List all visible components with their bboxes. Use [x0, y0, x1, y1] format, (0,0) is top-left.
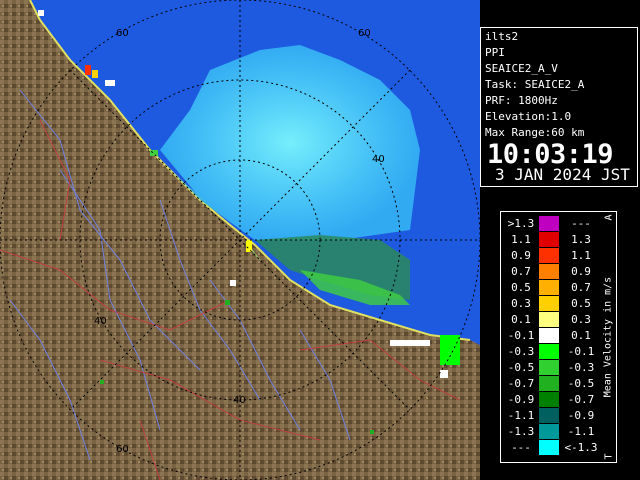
velocity-legend: >1.3 --- 1.1 1.3 0.9 1.1 0.7 0.9 0.5 0.7 0.3 0.5 0.1… — [500, 211, 617, 463]
legend-low-value: -0.1 — [507, 329, 535, 342]
legend-color-swatch — [539, 264, 559, 279]
legend-row: 1.1 1.3 — [501, 232, 616, 247]
legend-row: -0.3 -0.1 — [501, 344, 616, 359]
legend-high-value: -0.5 — [567, 377, 595, 390]
legend-low-value: 0.9 — [511, 249, 531, 262]
legend-row: 0.5 0.7 — [501, 280, 616, 295]
legend-high-value: --- — [571, 217, 591, 230]
legend-color-swatch — [539, 248, 559, 263]
elevation-value: Elevation:1.0 — [485, 110, 572, 123]
legend-corner-top: A — [603, 214, 615, 221]
legend-high-value: 0.3 — [571, 313, 591, 326]
legend-color-swatch — [539, 328, 559, 343]
legend-color-swatch — [539, 312, 559, 327]
legend-high-value: 1.1 — [571, 249, 591, 262]
legend-row: -0.1 0.1 — [501, 328, 616, 343]
legend-high-value: -0.7 — [567, 393, 595, 406]
radar-svg: 60 60 40 40 40 60 — [0, 0, 480, 480]
legend-high-value: -0.1 — [567, 345, 595, 358]
ring-label: 40 — [372, 154, 385, 165]
legend-color-swatch — [539, 296, 559, 311]
legend-row: 0.7 0.9 — [501, 264, 616, 279]
legend-row: 0.3 0.5 — [501, 296, 616, 311]
legend-high-value: <-1.3 — [564, 441, 598, 454]
task-name: Task: SEAICE2_A — [485, 78, 585, 91]
prf-value: PRF: 1800Hz — [485, 94, 558, 107]
legend-high-value: -1.1 — [567, 425, 595, 438]
legend-color-swatch — [539, 392, 559, 407]
legend-color-swatch — [539, 344, 559, 359]
legend-row: 0.1 0.3 — [501, 312, 616, 327]
ring-label: 60 — [116, 28, 129, 39]
legend-high-value: -0.3 — [567, 361, 595, 374]
legend-low-value: -1.1 — [507, 409, 535, 422]
legend-low-value: >1.3 — [507, 217, 535, 230]
legend-color-swatch — [539, 424, 559, 439]
legend-color-swatch — [539, 232, 559, 247]
product-name: SEAICE2_A_V — [485, 62, 558, 75]
scan-date: 3 JAN 2024 JST — [495, 165, 630, 184]
product-type: PPI — [485, 46, 505, 59]
ring-label: 60 — [116, 444, 129, 455]
legend-corner-bottom: T — [603, 453, 615, 460]
legend-row: --- <-1.3 — [501, 440, 616, 455]
legend-low-value: 0.7 — [511, 265, 531, 278]
radar-ppi-map: 60 60 40 40 40 60 — [0, 0, 480, 480]
ring-label: 40 — [233, 395, 246, 406]
legend-color-swatch — [539, 280, 559, 295]
legend-high-value: -0.9 — [567, 409, 595, 422]
ring-label: 60 — [358, 28, 371, 39]
legend-row: -0.9 -0.7 — [501, 392, 616, 407]
legend-color-swatch — [539, 440, 559, 455]
ring-label: 40 — [94, 316, 107, 327]
legend-unit: Mean Velocity in m/s — [602, 214, 614, 460]
legend-low-value: 0.5 — [511, 281, 531, 294]
legend-row: >1.3 --- — [501, 216, 616, 231]
legend-row: -0.5 -0.3 — [501, 360, 616, 375]
legend-color-swatch — [539, 216, 559, 231]
legend-color-swatch — [539, 376, 559, 391]
legend-row: -1.1 -0.9 — [501, 408, 616, 423]
legend-color-swatch — [539, 360, 559, 375]
legend-unit-label: Mean Velocity in m/s — [602, 276, 614, 398]
legend-high-value: 0.9 — [571, 265, 591, 278]
legend-low-value: -1.3 — [507, 425, 535, 438]
legend-high-value: 1.3 — [571, 233, 591, 246]
legend-high-value: 0.7 — [571, 281, 591, 294]
site-name: ilts2 — [485, 30, 519, 43]
legend-high-value: 0.5 — [571, 297, 591, 310]
legend-low-value: -0.7 — [507, 377, 535, 390]
max-range-value: Max Range:60 km — [485, 126, 585, 139]
legend-color-swatch — [539, 408, 559, 423]
legend-low-value: -0.3 — [507, 345, 535, 358]
legend-low-value: -0.5 — [507, 361, 535, 374]
legend-low-value: 0.1 — [511, 313, 531, 326]
legend-row: 0.9 1.1 — [501, 248, 616, 263]
legend-low-value: --- — [511, 441, 531, 454]
legend-row: -0.7 -0.5 — [501, 376, 616, 391]
scan-info-panel: ilts2 PPI SEAICE2_A_V Task: SEAICE2_A PR… — [480, 27, 638, 187]
legend-low-value: 1.1 — [511, 233, 531, 246]
legend-high-value: 0.1 — [571, 329, 591, 342]
legend-low-value: -0.9 — [507, 393, 535, 406]
legend-row: -1.3 -1.1 — [501, 424, 616, 439]
legend-low-value: 0.3 — [511, 297, 531, 310]
